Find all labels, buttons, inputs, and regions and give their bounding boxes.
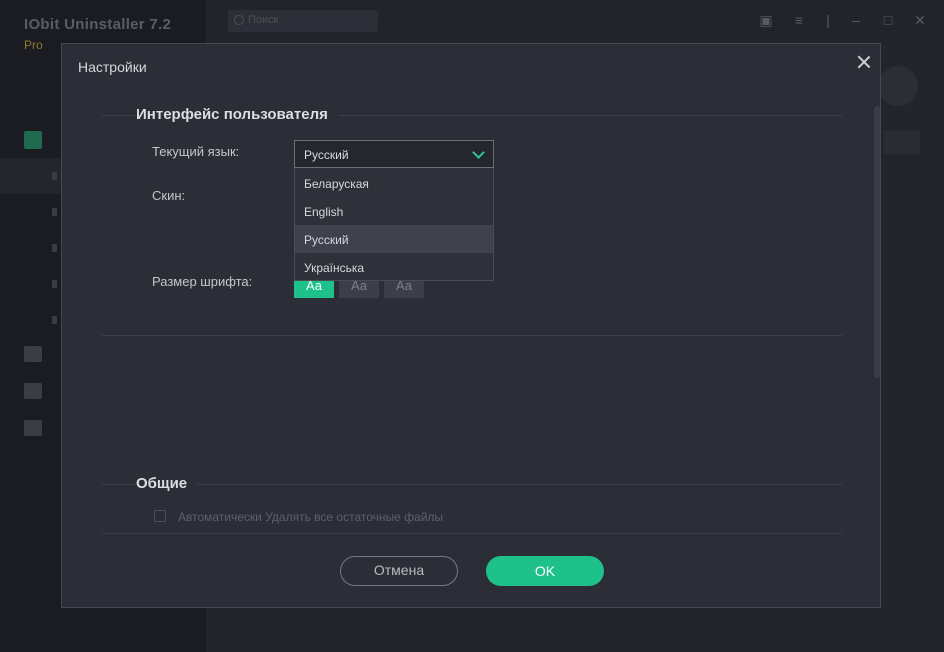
minimize-icon[interactable]: –: [848, 12, 864, 28]
language-option-highlighted[interactable]: Русский: [295, 225, 493, 253]
separator-icon: |: [826, 12, 830, 28]
column-header: [884, 130, 920, 154]
sidebar-item-marker: [52, 244, 57, 252]
language-option-label: Українська: [304, 261, 365, 275]
close-window-icon[interactable]: ✕: [912, 12, 928, 28]
language-option[interactable]: Українська: [295, 253, 493, 281]
language-dropdown: Беларуская English Русский Українська: [294, 168, 494, 281]
settings-dialog: Настройки Интерфейс пользователя Текущий…: [61, 43, 881, 608]
scrollbar-thumb[interactable]: [874, 106, 880, 378]
programs-icon: [24, 131, 42, 149]
sidebar-item-marker: [52, 172, 57, 180]
sidebar-item-marker: [52, 280, 57, 288]
close-icon[interactable]: [855, 53, 873, 71]
skin-label: Скин:: [152, 188, 186, 203]
divider: [102, 533, 842, 534]
ok-button[interactable]: OK: [486, 556, 604, 586]
auto-delete-checkbox[interactable]: [154, 510, 166, 522]
flag-icon: [24, 420, 42, 436]
font-size-label: Размер шрифта:: [152, 274, 253, 289]
maximize-icon[interactable]: □: [880, 12, 896, 28]
auto-delete-label: Автоматически Удалять все остаточные фай…: [178, 510, 444, 524]
toolbox-icon[interactable]: ▣: [758, 12, 774, 28]
language-option-label: English: [304, 205, 344, 219]
search-placeholder: Поиск: [248, 14, 279, 26]
sidebar-item-marker: [52, 316, 57, 324]
language-option-label: Беларуская: [304, 177, 369, 191]
scrollbar[interactable]: [874, 106, 880, 536]
search-icon: [234, 15, 244, 25]
app-title: IObit Uninstaller 7.2: [24, 16, 172, 33]
language-select[interactable]: Русский: [294, 140, 494, 168]
cancel-button[interactable]: Отмена: [340, 556, 458, 586]
big-button[interactable]: [878, 66, 918, 106]
divider: [102, 335, 842, 336]
menu-icon[interactable]: ≡: [791, 12, 807, 28]
divider: [102, 484, 842, 485]
dialog-title: Настройки: [78, 59, 147, 75]
search-input[interactable]: Поиск: [228, 10, 378, 32]
language-label: Текущий язык:: [152, 144, 240, 159]
sidebar-item-marker: [52, 208, 57, 216]
section-heading-general: Общие: [136, 475, 198, 492]
language-option[interactable]: Беларуская: [295, 169, 493, 197]
windows-icon: [24, 383, 42, 399]
language-selected-value: Русский: [304, 148, 349, 162]
language-option[interactable]: English: [295, 197, 493, 225]
chevron-down-icon: [472, 146, 485, 159]
edition-badge: Pro: [24, 38, 43, 52]
plugin-icon: [24, 346, 42, 362]
section-heading-ui: Интерфейс пользователя: [136, 106, 338, 123]
language-option-label: Русский: [304, 233, 349, 247]
